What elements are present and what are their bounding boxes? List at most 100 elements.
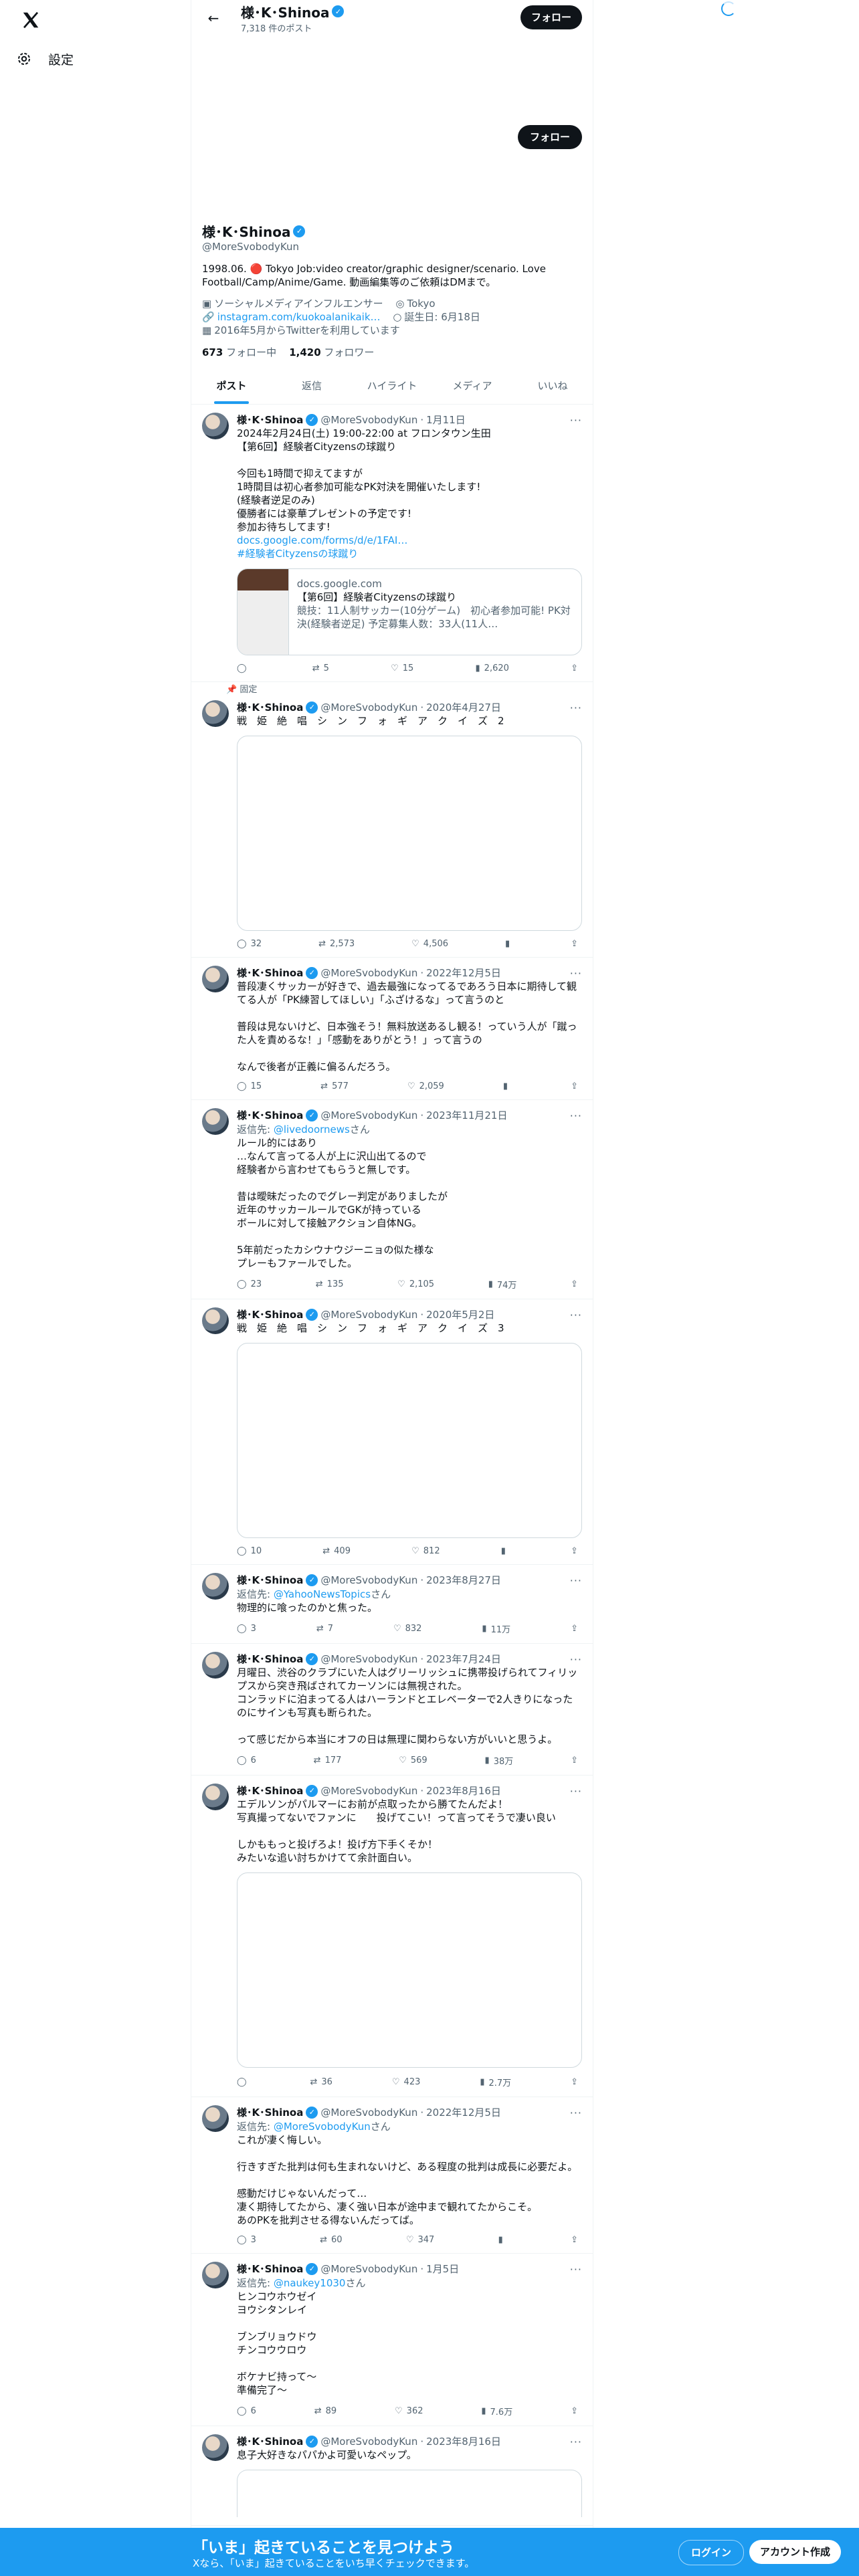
share-button[interactable]: ⇪ xyxy=(571,939,578,949)
author-name[interactable]: 様･K･Shinoa xyxy=(237,700,303,714)
views-button[interactable]: ▮ xyxy=(505,939,514,949)
tweet-date[interactable]: 2023年11月21日 xyxy=(426,1108,507,1122)
back-arrow-icon[interactable]: ← xyxy=(202,7,225,29)
tweet[interactable]: 様･K･Shinoa ✓ @MoreSvobodyKun · 2023年8月16日 エデル… xyxy=(191,1776,593,2097)
author-name[interactable]: 様･K･Shinoa xyxy=(237,1784,303,1798)
like-button[interactable]: ♡ 15 xyxy=(391,663,413,673)
repost-button[interactable]: ⇄ 89 xyxy=(314,2405,337,2418)
settings-link[interactable]: 設定 xyxy=(16,44,74,74)
profile-website[interactable]: 🔗 instagram.com/kuokoalanikaik… xyxy=(202,310,381,324)
more-options-icon[interactable]: ··· xyxy=(570,2107,582,2119)
reply-button[interactable]: ◯ 32 xyxy=(237,939,262,949)
share-button[interactable]: ⇪ xyxy=(571,1546,578,1556)
reply-to-handle[interactable]: @YahooNewsTopics xyxy=(274,1588,371,1600)
tweet[interactable]: 様･K･Shinoa ✓ @MoreSvobodyKun · 2023年11月21日 返信… xyxy=(191,1100,593,1299)
author-handle[interactable]: @MoreSvobodyKun xyxy=(320,1785,417,1797)
tab-posts[interactable]: ポスト xyxy=(191,368,272,404)
tweet-media[interactable] xyxy=(237,1343,582,1538)
author-name[interactable]: 様･K･Shinoa xyxy=(237,1108,303,1122)
reply-to-handle[interactable]: @MoreSvobodyKun xyxy=(274,2121,371,2133)
reply-button[interactable]: ◯ xyxy=(237,663,251,673)
like-button[interactable]: ♡ 2,059 xyxy=(407,1081,444,1091)
reply-button[interactable]: ◯ 15 xyxy=(237,1081,262,1091)
like-button[interactable]: ♡ 347 xyxy=(406,2235,434,2245)
repost-button[interactable]: ⇄ 60 xyxy=(320,2235,342,2245)
repost-button[interactable]: ⇄ 5 xyxy=(312,663,329,673)
repost-button[interactable]: ⇄ 409 xyxy=(322,1546,351,1556)
reply-button[interactable]: ◯ xyxy=(237,2076,251,2088)
reply-button[interactable]: ◯ 3 xyxy=(237,1622,256,1635)
tweet-date[interactable]: 2022年12月5日 xyxy=(426,2105,501,2119)
author-name[interactable]: 様･K･Shinoa xyxy=(237,1652,303,1666)
author-handle[interactable]: @MoreSvobodyKun xyxy=(320,1653,417,1665)
repost-button[interactable]: ⇄ 577 xyxy=(320,1081,349,1091)
signup-button[interactable]: アカウント作成 xyxy=(749,2540,842,2564)
author-name[interactable]: 様･K･Shinoa xyxy=(237,1573,303,1587)
share-button[interactable]: ⇪ xyxy=(571,2405,578,2418)
tweet[interactable]: 様･K･Shinoa ✓ @MoreSvobodyKun · 2023年8月27日 返信先… xyxy=(191,1565,593,1644)
reply-button[interactable]: ◯ 10 xyxy=(237,1546,262,1556)
like-button[interactable]: ♡ 362 xyxy=(395,2405,423,2418)
tweet[interactable]: 様･K･Shinoa ✓ @MoreSvobodyKun · 2023年7月24日 月曜日… xyxy=(191,1644,593,1776)
tweet[interactable]: 様･K･Shinoa ✓ @MoreSvobodyKun · 2022年12月5日 返信先… xyxy=(191,2097,593,2254)
author-name[interactable]: 様･K･Shinoa xyxy=(237,413,303,427)
tweet-media[interactable] xyxy=(237,1872,582,2068)
follow-button[interactable]: フォロー xyxy=(517,125,582,149)
avatar[interactable] xyxy=(202,1652,229,1679)
author-handle[interactable]: @MoreSvobodyKun xyxy=(320,1109,417,1121)
tweet[interactable]: 様･K･Shinoa ✓ @MoreSvobodyKun · 1月11日 2024年2月2… xyxy=(191,405,593,682)
reply-to-handle[interactable]: @naukey1030 xyxy=(274,2277,346,2289)
tweet[interactable]: 様･K･Shinoa ✓ @MoreSvobodyKun · 2022年12月5日 普段凄… xyxy=(191,958,593,1100)
repost-button[interactable]: ⇄ 36 xyxy=(310,2076,332,2088)
like-button[interactable]: ♡ 4,506 xyxy=(411,939,448,949)
following-link[interactable]: 673 フォロー中 xyxy=(202,346,276,358)
avatar[interactable] xyxy=(202,966,229,992)
tweet-date[interactable]: 1月5日 xyxy=(426,2262,459,2276)
more-options-icon[interactable]: ··· xyxy=(570,1653,582,1666)
avatar[interactable] xyxy=(202,700,229,727)
share-button[interactable]: ⇪ xyxy=(571,663,578,673)
tweet-link[interactable]: docs.google.com/forms/d/e/1FAI… xyxy=(237,534,582,547)
author-handle[interactable]: @MoreSvobodyKun xyxy=(320,2107,417,2119)
tweet[interactable]: 様･K･Shinoa ✓ @MoreSvobodyKun · 2020年5月2日戦 姫 … xyxy=(191,1299,593,1565)
author-handle[interactable]: @MoreSvobodyKun xyxy=(320,702,417,714)
author-handle[interactable]: @MoreSvobodyKun xyxy=(320,2263,417,2275)
followers-link[interactable]: 1,420 フォロワー xyxy=(289,346,374,358)
hashtag-link[interactable]: #経験者Cityzensの球蹴り xyxy=(237,547,582,560)
website-link[interactable]: instagram.com/kuokoalanikaik… xyxy=(217,310,381,324)
tab-highlights[interactable]: ハイライト xyxy=(352,368,432,404)
tweet[interactable]: 📌 固定 様･K･Shinoa ✓ @MoreSvobodyKun · 2020年4月27… xyxy=(191,682,593,958)
avatar[interactable] xyxy=(202,2434,229,2461)
avatar[interactable] xyxy=(202,2262,229,2288)
like-button[interactable]: ♡ 812 xyxy=(411,1546,440,1556)
tweet-date[interactable]: 2020年4月27日 xyxy=(426,700,501,714)
reply-to-handle[interactable]: @livedoornews xyxy=(274,1123,350,1136)
reply-button[interactable]: ◯ 23 xyxy=(237,1278,262,1291)
author-name[interactable]: 様･K･Shinoa xyxy=(237,2262,303,2276)
author-name[interactable]: 様･K･Shinoa xyxy=(237,2434,303,2448)
more-options-icon[interactable]: ··· xyxy=(570,2263,582,2276)
author-handle[interactable]: @MoreSvobodyKun xyxy=(320,414,417,426)
more-options-icon[interactable]: ··· xyxy=(570,1574,582,1587)
views-button[interactable]: ▮ 11万 xyxy=(482,1622,510,1635)
more-options-icon[interactable]: ··· xyxy=(570,414,582,427)
tweet-date[interactable]: 1月11日 xyxy=(426,413,466,427)
repost-button[interactable]: ⇄ 2,573 xyxy=(318,939,355,949)
follow-button-top[interactable]: フォロー xyxy=(520,5,582,29)
views-button[interactable]: ▮ 7.6万 xyxy=(481,2405,512,2418)
tweet-date[interactable]: 2022年12月5日 xyxy=(426,966,501,980)
share-button[interactable]: ⇪ xyxy=(571,2235,578,2245)
avatar[interactable] xyxy=(202,1307,229,1334)
reply-button[interactable]: ◯ 3 xyxy=(237,2235,256,2245)
more-options-icon[interactable]: ··· xyxy=(570,1109,582,1122)
tweet-date[interactable]: 2023年8月16日 xyxy=(426,1784,501,1798)
share-button[interactable]: ⇪ xyxy=(571,1278,578,1291)
author-name[interactable]: 様･K･Shinoa xyxy=(237,2105,303,2119)
views-button[interactable]: ▮ 74万 xyxy=(488,1278,517,1291)
author-name[interactable]: 様･K･Shinoa xyxy=(237,1307,303,1321)
author-handle[interactable]: @MoreSvobodyKun xyxy=(320,1574,417,1586)
views-button[interactable]: ▮ xyxy=(498,2235,507,2245)
views-button[interactable]: ▮ xyxy=(501,1546,510,1556)
author-handle[interactable]: @MoreSvobodyKun xyxy=(320,967,417,979)
avatar[interactable] xyxy=(202,1108,229,1135)
